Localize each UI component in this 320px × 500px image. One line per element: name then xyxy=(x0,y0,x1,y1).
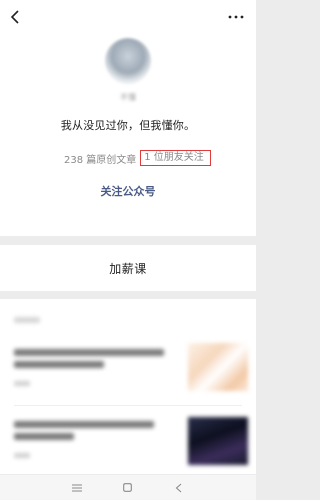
profile-card: 不懂 我从没见过你，但我懂你。 238 篇原创文章 1 位朋友关注 关注公众号 xyxy=(0,0,256,236)
article-title-placeholder xyxy=(14,361,104,368)
back-button[interactable] xyxy=(4,6,26,28)
chevron-left-icon xyxy=(10,10,19,24)
article-thumbnail xyxy=(188,417,248,465)
more-button[interactable] xyxy=(222,6,250,28)
account-signature: 我从没见过你，但我懂你。 xyxy=(60,119,196,132)
article-meta-placeholder xyxy=(14,381,30,386)
nav-home-button[interactable] xyxy=(121,481,135,495)
more-dots-icon xyxy=(228,15,244,19)
article-thumbnail xyxy=(188,343,248,391)
account-menu-bar: 加薪课 xyxy=(0,245,256,291)
page: 不懂 我从没见过你，但我懂你。 238 篇原创文章 1 位朋友关注 关注公众号 … xyxy=(0,0,256,500)
follow-account-button[interactable]: 关注公众号 xyxy=(0,183,256,199)
square-home-icon xyxy=(123,483,133,492)
divider xyxy=(14,405,242,406)
account-nickname: 不懂 xyxy=(120,93,136,102)
article-list xyxy=(0,299,256,474)
article-item[interactable] xyxy=(0,337,256,403)
avatar[interactable] xyxy=(105,38,151,84)
nav-menu-button[interactable] xyxy=(70,481,84,495)
article-date-placeholder xyxy=(14,317,40,323)
menu-lines-icon xyxy=(72,484,83,491)
system-navigation-bar xyxy=(0,475,256,500)
friends-following-count[interactable]: 1 位朋友关注 xyxy=(140,150,211,166)
menu-item-salary-course[interactable]: 加薪课 xyxy=(109,260,147,277)
article-title-placeholder xyxy=(14,433,74,440)
articles-count[interactable]: 238 篇原创文章 xyxy=(64,151,136,166)
article-item[interactable] xyxy=(0,409,256,474)
nav-back-button[interactable] xyxy=(172,481,186,495)
chevron-left-icon xyxy=(175,483,182,492)
article-title-placeholder xyxy=(14,421,154,428)
article-title-placeholder xyxy=(14,349,164,356)
account-stats: 238 篇原创文章 1 位朋友关注 xyxy=(64,150,211,166)
article-meta-placeholder xyxy=(14,453,30,458)
